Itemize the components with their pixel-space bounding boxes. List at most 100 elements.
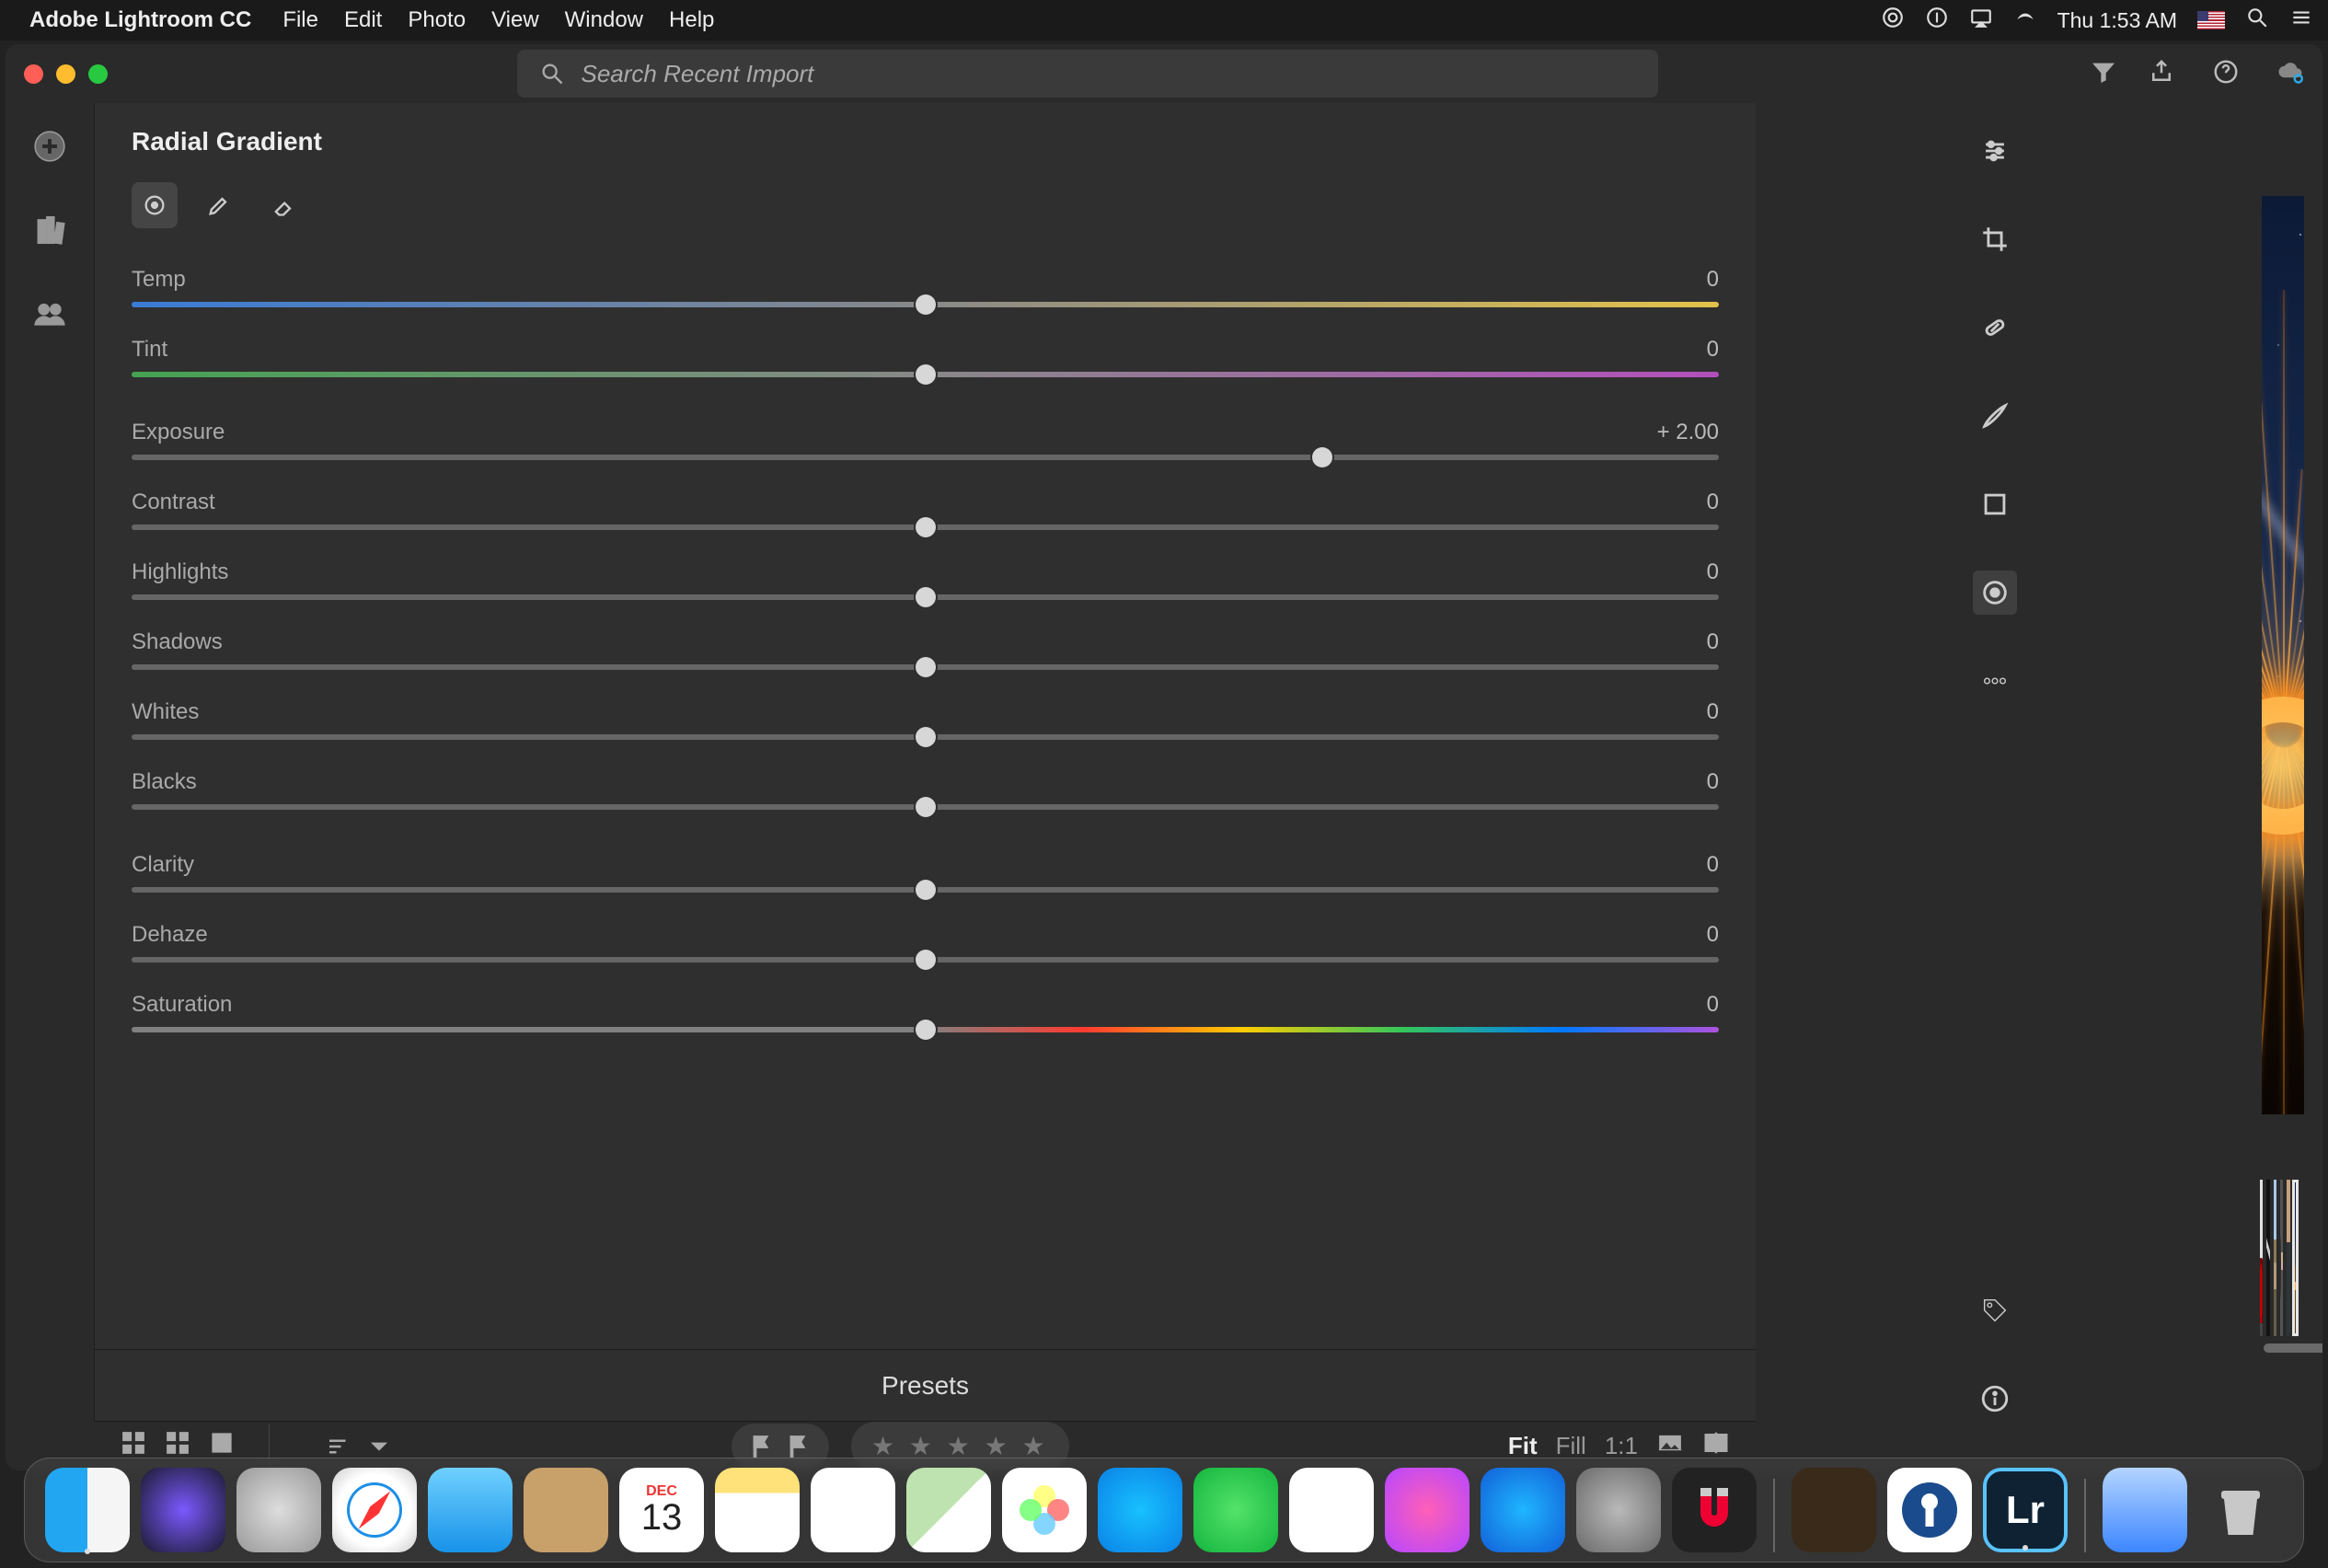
thumb-waves[interactable] <box>2287 1180 2289 1336</box>
mask-mode-erase[interactable] <box>260 182 306 228</box>
linear-gradient-icon[interactable] <box>1973 482 2017 526</box>
slider-value: 0 <box>1707 699 1719 725</box>
cloud-sync-icon[interactable] <box>2276 58 2304 90</box>
slider-blacks[interactable]: Blacks0 <box>132 769 1719 810</box>
control-center-icon[interactable] <box>2289 6 2313 36</box>
center-area <box>2234 103 2322 1353</box>
slider-label: Blacks <box>132 769 197 795</box>
thumb-fire[interactable] <box>2294 1180 2297 1336</box>
dock-maps-icon[interactable] <box>906 1468 991 1552</box>
dock-magnet-icon[interactable] <box>1672 1468 1757 1552</box>
close-button[interactable] <box>24 64 43 84</box>
brush-icon[interactable] <box>1973 394 2017 438</box>
slider-exposure[interactable]: Exposure+ 2.00 <box>132 420 1719 460</box>
slider-shadows[interactable]: Shadows0 <box>132 629 1719 670</box>
slider-label: Clarity <box>132 852 194 878</box>
filmstrip-scrollbar[interactable] <box>2260 1343 2297 1353</box>
dock-safari-icon[interactable] <box>332 1468 417 1552</box>
status-icon-2[interactable] <box>2013 6 2037 36</box>
dock-finder-icon[interactable] <box>45 1468 130 1552</box>
mask-mode-new[interactable] <box>132 182 178 228</box>
dock-dl-icon[interactable] <box>2103 1468 2187 1552</box>
slider-value: + 2.00 <box>1657 420 1719 445</box>
menu-view[interactable]: View <box>491 7 539 33</box>
slider-value: 0 <box>1707 559 1719 585</box>
minimize-button[interactable] <box>56 64 75 84</box>
healing-icon[interactable] <box>1973 306 2017 350</box>
zoom-1to1[interactable]: 1:1 <box>1605 1432 1638 1460</box>
sharing-icon[interactable] <box>32 296 67 336</box>
chevron-down-icon <box>365 1433 393 1460</box>
dock-photos-icon[interactable] <box>1002 1468 1087 1552</box>
dock-cal-icon[interactable]: DEC13 <box>619 1468 704 1552</box>
slider-temp[interactable]: Temp0 <box>132 267 1719 307</box>
help-icon[interactable] <box>2212 58 2240 90</box>
thumb-apple[interactable] <box>2266 1180 2269 1336</box>
radial-gradient-icon[interactable] <box>1973 571 2017 615</box>
status-icon-1[interactable] <box>1925 6 1949 36</box>
slider-saturation[interactable]: Saturation0 <box>132 992 1719 1032</box>
dock-contacts-icon[interactable] <box>524 1468 608 1552</box>
slider-label: Contrast <box>132 490 215 515</box>
dock-mail-icon[interactable] <box>428 1468 513 1552</box>
slider-highlights[interactable]: Highlights0 <box>132 559 1719 600</box>
dock-separator <box>2084 1479 2086 1552</box>
menu-window[interactable]: Window <box>565 7 643 33</box>
fullscreen-button[interactable] <box>88 64 108 84</box>
slider-whites[interactable]: Whites0 <box>132 699 1719 740</box>
slider-tint[interactable]: Tint0 <box>132 337 1719 377</box>
dock-ft-icon[interactable] <box>1193 1468 1278 1552</box>
main-canvas[interactable] <box>2262 196 2304 1114</box>
creative-cloud-icon[interactable] <box>1881 6 1905 36</box>
menu-help[interactable]: Help <box>669 7 714 33</box>
window-titlebar: Search Recent Import <box>6 44 2322 103</box>
input-flag-icon[interactable] <box>2197 11 2225 29</box>
airplay-icon[interactable] <box>1969 6 1993 36</box>
filter-icon[interactable] <box>2089 57 2118 91</box>
slider-label: Tint <box>132 337 167 363</box>
dock-itunes-icon[interactable] <box>1385 1468 1469 1552</box>
dock-pref-icon[interactable] <box>1576 1468 1661 1552</box>
my-photos-icon[interactable] <box>32 213 67 252</box>
thumb-car[interactable] <box>2260 1180 2263 1336</box>
slider-label: Temp <box>132 267 186 293</box>
menubar-clock[interactable]: Thu 1:53 AM <box>2057 8 2177 33</box>
dock-trash-icon[interactable] <box>2198 1468 2283 1552</box>
dock-imovie-icon[interactable] <box>1792 1468 1876 1552</box>
dock-launch-icon[interactable] <box>236 1468 321 1552</box>
dock-appstore-icon[interactable] <box>1481 1468 1565 1552</box>
radial-mask-overlay[interactable] <box>2278 453 2304 876</box>
edit-sliders-icon[interactable] <box>1973 129 2017 173</box>
dock-notes-icon[interactable] <box>715 1468 800 1552</box>
presets-button[interactable]: Presets <box>95 1349 1756 1421</box>
dock-siri-icon[interactable] <box>141 1468 225 1552</box>
more-icon[interactable] <box>1973 659 2017 703</box>
menu-edit[interactable]: Edit <box>344 7 382 33</box>
dock-mess-icon[interactable] <box>1098 1468 1182 1552</box>
menu-photo[interactable]: Photo <box>408 7 466 33</box>
dock-rem-icon[interactable] <box>811 1468 895 1552</box>
search-input[interactable]: Search Recent Import <box>517 50 1658 98</box>
slider-clarity[interactable]: Clarity0 <box>132 852 1719 893</box>
zoom-fill[interactable]: Fill <box>1556 1432 1586 1460</box>
keywords-icon[interactable] <box>1973 1288 2017 1332</box>
slider-dehaze[interactable]: Dehaze0 <box>132 922 1719 963</box>
slider-contrast[interactable]: Contrast0 <box>132 490 1719 530</box>
share-icon[interactable] <box>2148 58 2175 90</box>
menu-file[interactable]: File <box>282 7 318 33</box>
sort-dropdown[interactable] <box>325 1433 393 1460</box>
search-icon <box>539 61 565 86</box>
info-icon[interactable] <box>1973 1377 2017 1421</box>
zoom-fit[interactable]: Fit <box>1508 1432 1538 1460</box>
mask-mode-brush[interactable] <box>196 182 242 228</box>
right-toolbar <box>1756 103 2234 1421</box>
thumb-coffee[interactable] <box>2280 1180 2283 1336</box>
dock-news-icon[interactable]: N <box>1289 1468 1374 1552</box>
app-name[interactable]: Adobe Lightroom CC <box>29 7 251 33</box>
crop-icon[interactable] <box>1973 217 2017 261</box>
add-photos-icon[interactable] <box>32 129 67 168</box>
spotlight-icon[interactable] <box>2245 6 2269 36</box>
dock-lr-icon[interactable]: Lr <box>1983 1468 2068 1552</box>
dock-1pw-icon[interactable] <box>1887 1468 1972 1552</box>
thumb-mountain[interactable] <box>2274 1180 2276 1336</box>
